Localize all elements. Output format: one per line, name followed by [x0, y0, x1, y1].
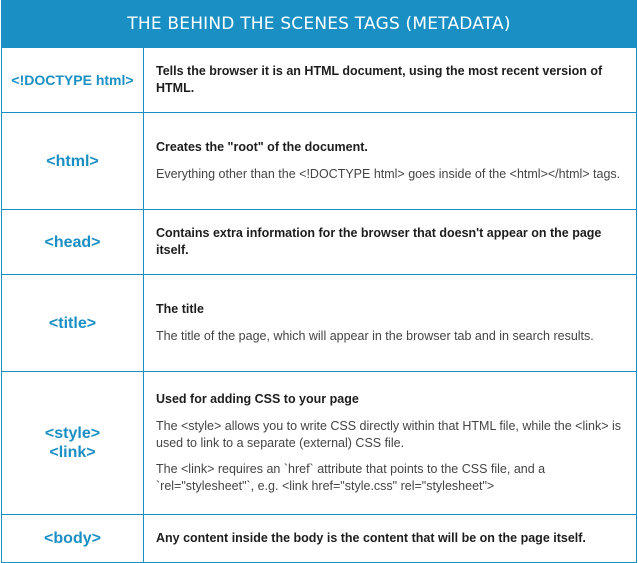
- description-cell: Tells the browser it is an HTML document…: [144, 48, 636, 112]
- table-row: <!DOCTYPE html> Tells the browser it is …: [2, 47, 636, 112]
- table-row: <head> Contains extra information for th…: [2, 209, 636, 274]
- description-heading: Creates the "root" of the document.: [156, 140, 368, 154]
- tag-head: <head>: [2, 210, 144, 274]
- table-row: <body> Any content inside the body is th…: [2, 514, 636, 562]
- tag-style: <style>: [44, 425, 101, 442]
- table-row: <title> The title The title of the page,…: [2, 274, 636, 371]
- tag-html: <html>: [2, 113, 144, 209]
- description-heading: Any content inside the body is the conte…: [156, 531, 586, 545]
- tag-body: <body>: [2, 515, 144, 562]
- description-text: The <link> requires an `href` attribute …: [156, 462, 546, 493]
- description-cell: Contains extra information for the brows…: [144, 210, 636, 274]
- description-cell: Creates the "root" of the document. Ever…: [144, 113, 636, 209]
- table-row: <html> Creates the "root" of the documen…: [2, 112, 636, 209]
- description-heading: Tells the browser it is an HTML document…: [156, 64, 603, 95]
- description-cell: Used for adding CSS to your page The <st…: [144, 372, 636, 514]
- description-heading: The title: [156, 302, 204, 316]
- metadata-tags-table: THE BEHIND THE SCENES TAGS (METADATA) <!…: [1, 0, 637, 563]
- description-heading: Used for adding CSS to your page: [156, 392, 359, 406]
- tag-link: <link>: [49, 444, 96, 461]
- description-heading: Contains extra information for the brows…: [156, 226, 602, 257]
- description-text: The title of the page, which will appear…: [156, 329, 594, 343]
- table-title: THE BEHIND THE SCENES TAGS (METADATA): [2, 1, 636, 47]
- description-text: Everything other than the <!DOCTYPE html…: [156, 167, 621, 181]
- description-text: The <style> allows you to write CSS dire…: [156, 419, 622, 450]
- tag-style-link: <style> <link>: [2, 372, 144, 514]
- description-cell: Any content inside the body is the conte…: [144, 515, 636, 562]
- tag-doctype: <!DOCTYPE html>: [2, 48, 144, 112]
- table-row: <style> <link> Used for adding CSS to yo…: [2, 371, 636, 514]
- tag-title: <title>: [2, 275, 144, 371]
- description-cell: The title The title of the page, which w…: [144, 275, 636, 371]
